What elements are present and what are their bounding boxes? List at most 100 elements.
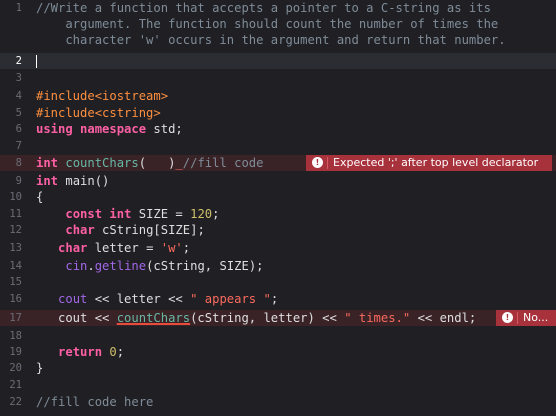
code-line[interactable]: 1 //Write a function that accepts a point… — [0, 0, 556, 16]
code-line[interactable]: 21 — [0, 377, 556, 393]
code-token: countChars — [65, 156, 139, 170]
code-line[interactable]: 7 — [0, 138, 556, 154]
code-line[interactable]: 13 char letter = 'w'; — [0, 240, 556, 256]
code-token: cout — [58, 292, 88, 306]
error-icon: ! — [312, 156, 323, 168]
code-line[interactable]: 20} — [0, 360, 556, 376]
code-token: _ — [175, 156, 183, 170]
code-line[interactable]: 17 cout << countChars(cString, letter) <… — [0, 310, 556, 326]
code-token: << endl; — [410, 311, 477, 325]
code-text: const int SIZE = 120; — [36, 206, 219, 222]
code-token: ; — [270, 292, 279, 306]
code-line[interactable]: 5 #include<cstring> — [0, 105, 556, 121]
code-token: letter = — [87, 241, 161, 255]
code-line[interactable]: 12 char cString[SIZE]; — [0, 222, 556, 238]
code-line[interactable]: 22 //fill code here — [0, 394, 556, 410]
code-text: character 'w' occurs in the argument and… — [36, 32, 506, 48]
code-line[interactable]: character 'w' occurs in the argument and… — [0, 32, 556, 48]
line-number: 5 — [15, 107, 22, 119]
line-number: 7 — [15, 140, 22, 152]
code-token: main() — [58, 174, 110, 188]
error-message: No... — [523, 311, 549, 324]
code-line[interactable]: 4 #include<iostream> — [0, 88, 556, 104]
code-token: 'w' — [160, 241, 183, 255]
code-token: ; — [116, 345, 125, 359]
code-token: const — [65, 207, 103, 221]
error-separator — [327, 157, 328, 169]
code-token: character 'w' occurs in the argument and… — [36, 33, 506, 47]
code-line[interactable]: 11 const int SIZE = 120; — [0, 206, 556, 222]
line-number: 10 — [9, 191, 22, 203]
code-token: . — [87, 259, 95, 273]
code-line[interactable]: 3 — [0, 70, 556, 86]
code-line[interactable]: 6 using namespace std; — [0, 121, 556, 137]
code-token: " times." — [344, 311, 411, 325]
code-token: char — [65, 223, 95, 237]
code-text: cin.getline(cString, SIZE); — [36, 258, 263, 274]
code-editor[interactable]: 1 //Write a function that accepts a point… — [0, 0, 556, 416]
line-number: 16 — [9, 293, 22, 305]
code-text — [36, 53, 37, 69]
code-token: namespace — [80, 122, 147, 136]
code-line[interactable]: 16 cout << letter << " appears "; — [0, 291, 556, 307]
error-badge[interactable]: ! Expected ';' after top level declarator — [306, 155, 552, 171]
code-text: return 0; — [36, 344, 124, 360]
code-token: int — [36, 156, 59, 170]
error-badge[interactable]: ! No... — [496, 310, 556, 326]
error-separator — [517, 312, 518, 324]
text-caret — [36, 55, 37, 68]
code-token: SIZE = — [131, 207, 191, 221]
line-number: 22 — [9, 396, 22, 408]
error-icon: ! — [502, 311, 513, 323]
code-text: //Write a function that accepts a pointe… — [36, 0, 491, 16]
code-token: return — [58, 345, 103, 359]
code-token: //fill code here — [36, 395, 154, 409]
code-text: cout << countChars(cString, letter) << "… — [36, 310, 476, 326]
line-number: 14 — [9, 260, 22, 272]
line-number: 17 — [9, 312, 22, 324]
code-line[interactable]: 18 — [0, 328, 556, 344]
code-token: std; — [146, 122, 183, 136]
code-token: int — [109, 207, 132, 221]
code-text: #include<cstring> — [36, 105, 161, 121]
code-token: //Write a function that accepts a pointe… — [36, 1, 491, 15]
code-line[interactable]: 19 return 0; — [0, 344, 556, 360]
code-token: ( ) — [138, 156, 176, 170]
code-text: //fill code here — [36, 394, 153, 410]
line-number: 12 — [9, 224, 22, 236]
line-number: 2 — [15, 55, 22, 67]
code-line[interactable]: 10 { — [0, 189, 556, 205]
error-message: Expected ';' after top level declarator — [333, 156, 539, 169]
code-line[interactable]: 9 int main() — [0, 173, 556, 189]
code-token: 120 — [190, 207, 213, 221]
code-text: argument. The function should count the … — [36, 16, 498, 32]
line-number: 15 — [9, 276, 22, 288]
code-text: cout << letter << " appears "; — [36, 291, 278, 307]
code-token: } — [36, 361, 44, 375]
code-token: 0 — [109, 345, 117, 359]
code-token: int — [36, 174, 59, 188]
code-token: countChars — [116, 311, 191, 325]
code-line[interactable]: 8 int countChars( )_//fill code! Expected … — [0, 155, 556, 171]
code-line[interactable]: 15 — [0, 274, 556, 290]
line-number: 21 — [9, 379, 22, 391]
code-token: //fill code — [182, 156, 264, 170]
line-number: 18 — [9, 330, 22, 342]
line-number: 13 — [9, 242, 22, 254]
code-text: #include<iostream> — [36, 88, 168, 104]
code-token: argument. The function should count the … — [36, 17, 499, 31]
code-line[interactable]: argument. The function should count the … — [0, 16, 556, 32]
code-token: cout << — [36, 311, 117, 325]
code-token: ; — [212, 207, 220, 221]
code-text: int countChars( )_//fill code — [36, 155, 263, 171]
line-number: 8 — [15, 157, 22, 169]
line-number: 19 — [9, 346, 22, 358]
line-number: 20 — [9, 362, 22, 374]
code-line[interactable]: 14 cin.getline(cString, SIZE); — [0, 258, 556, 274]
code-line[interactable]: 2 — [0, 53, 556, 69]
code-token: ; — [182, 241, 191, 255]
